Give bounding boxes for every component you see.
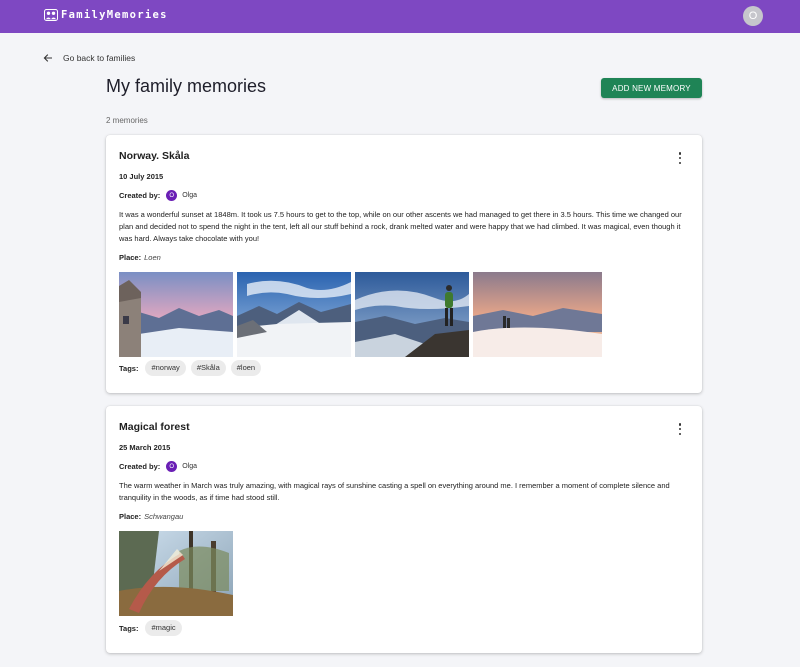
hiker-on-ridge-photo[interactable] <box>355 272 469 357</box>
forest-sun-rays-photo[interactable] <box>119 531 233 616</box>
memory-title: Norway. Skåla <box>119 150 190 162</box>
arrow-left-icon <box>43 54 52 62</box>
creator-avatar: O <box>166 461 178 472</box>
family-icon <box>44 9 58 21</box>
tag-chip[interactable]: #Skåla <box>190 360 226 376</box>
creator-avatar: O <box>166 190 178 201</box>
tag-chip[interactable]: #norway <box>145 360 186 376</box>
photo-gallery <box>119 272 602 357</box>
place-value: Schwangau <box>144 512 184 521</box>
more-options-icon[interactable] <box>677 152 683 164</box>
memory-date: 10 July 2015 <box>119 172 164 181</box>
memory-place: Place: Loen <box>119 253 161 262</box>
place-label: Place: <box>119 253 142 262</box>
tag-chip[interactable]: #magic <box>145 620 182 636</box>
photo-gallery <box>119 531 233 616</box>
place-label: Place: <box>119 512 142 521</box>
created-by-label: Created by: <box>119 191 161 200</box>
page-title: My family memories <box>106 76 267 96</box>
app-header: FamilyMemories O <box>0 0 800 33</box>
tags-label: Tags: <box>119 363 139 373</box>
tag-chip[interactable]: #loen <box>230 360 262 376</box>
memory-card: Norway. Skåla 10 July 2015 Created by: O… <box>106 135 702 393</box>
memory-title: Magical forest <box>119 421 190 433</box>
created-by: Created by: O Olga <box>119 461 197 472</box>
back-link[interactable]: Go back to families <box>43 53 135 63</box>
app-name: FamilyMemories <box>61 9 168 21</box>
place-value: Loen <box>144 253 161 262</box>
more-options-icon[interactable] <box>677 423 683 435</box>
creator-name: Olga <box>182 463 198 470</box>
snowy-mountain-valley-photo[interactable] <box>237 272 351 357</box>
summit-at-dusk-photo[interactable] <box>473 272 602 357</box>
app-logo[interactable]: FamilyMemories <box>44 9 168 21</box>
hut-at-sunset-photo[interactable] <box>119 272 233 357</box>
memory-description: It was a wonderful sunset at 1848m. It t… <box>119 210 682 243</box>
user-avatar[interactable]: O <box>743 6 763 26</box>
memory-description: The warm weather in March was truly amaz… <box>119 481 670 502</box>
created-by: Created by: O Olga <box>119 190 197 201</box>
creator-name: Olga <box>182 192 198 199</box>
created-by-label: Created by: <box>119 462 161 471</box>
back-link-label: Go back to families <box>63 53 136 63</box>
tag-list: Tags: #norway #Skåla #loen <box>119 360 266 376</box>
memory-count: 2 memories <box>106 116 148 125</box>
memory-date: 25 March 2015 <box>119 443 171 452</box>
tag-list: Tags: #magic <box>119 620 187 636</box>
memory-place: Place: Schwangau <box>119 512 183 521</box>
tags-label: Tags: <box>119 623 139 633</box>
add-memory-button[interactable]: ADD NEW MEMORY <box>601 78 702 98</box>
memory-card: Magical forest 25 March 2015 Created by:… <box>106 406 702 653</box>
